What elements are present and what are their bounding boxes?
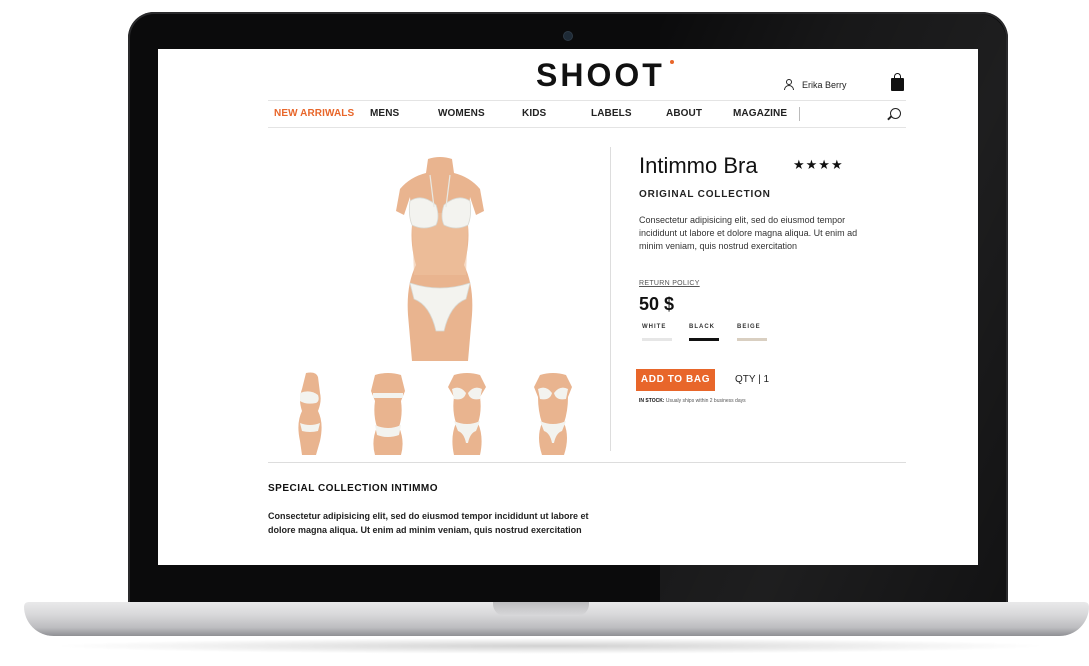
product-title: Intimmo Bra (639, 153, 758, 178)
nav-item-labels[interactable]: LABELS (591, 108, 632, 119)
stock-label: IN STOCK: (639, 398, 665, 404)
nav-item-about[interactable]: ABOUT (666, 108, 702, 119)
webcam (564, 32, 572, 40)
shopping-bag-icon[interactable] (891, 73, 904, 91)
return-policy-link[interactable]: RETURN POLICY (639, 280, 700, 287)
stock-text: Usualy ships within 2 business days (665, 398, 746, 404)
search-icon[interactable] (890, 108, 901, 119)
product-main-image[interactable] (390, 155, 490, 361)
product-thumbnail-side[interactable] (286, 371, 336, 455)
laptop-notch (493, 602, 589, 616)
color-swatch-beige[interactable] (737, 338, 767, 341)
quantity-selector[interactable]: QTY | 1 (735, 374, 769, 385)
nav-divider (799, 107, 800, 121)
color-swatch-black-selected[interactable] (689, 338, 719, 341)
add-to-bag-button[interactable]: ADD TO BAG (636, 369, 715, 391)
content-divider (610, 147, 611, 451)
site-logo[interactable]: SHOOT (536, 57, 665, 94)
nav-item-kids[interactable]: KIDS (522, 108, 546, 119)
product-thumbnail-back[interactable] (363, 371, 413, 455)
product-price: 50 $ (639, 294, 675, 314)
nav-item-new-arrivals[interactable]: NEW ARRIWALS (274, 108, 354, 119)
special-collection-title: SPECIAL COLLECTION INTIMMO (268, 483, 439, 494)
user-name: Erika Berry (802, 79, 847, 90)
nav-item-magazine[interactable]: MAGAZINE (733, 108, 787, 119)
laptop-shadow (50, 638, 1050, 654)
stock-status: IN STOCK: Usualy ships within 2 business… (639, 398, 746, 404)
color-swatch-white[interactable] (642, 338, 672, 341)
special-collection-text: Consectetur adipisicing elit, sed do eiu… (268, 511, 589, 535)
webpage-screen: SHOOT Erika Berry NEW ARRIWALS MENS WOME… (158, 49, 978, 565)
product-collection: ORIGINAL COLLECTION (639, 189, 771, 200)
product-thumbnail-front[interactable] (442, 371, 492, 455)
color-option-black[interactable]: BLACK (689, 324, 715, 330)
nav-item-mens[interactable]: MENS (370, 108, 399, 119)
user-account[interactable]: Erika Berry (784, 79, 847, 90)
logo-accent-dot (670, 60, 674, 64)
color-option-beige[interactable]: BEIGE (737, 324, 761, 330)
main-navigation: NEW ARRIWALS MENS WOMENS KIDS LABELS ABO… (268, 100, 906, 128)
color-option-white[interactable]: WHITE (642, 324, 666, 330)
product-rating: ★★★★ (793, 157, 844, 172)
nav-item-womens[interactable]: WOMENS (438, 108, 485, 119)
product-description: Consectetur adipisicing elit, sed do eiu… (639, 215, 858, 251)
product-thumbnail-angle[interactable] (528, 371, 578, 455)
user-icon (784, 79, 794, 90)
section-divider (268, 462, 906, 463)
